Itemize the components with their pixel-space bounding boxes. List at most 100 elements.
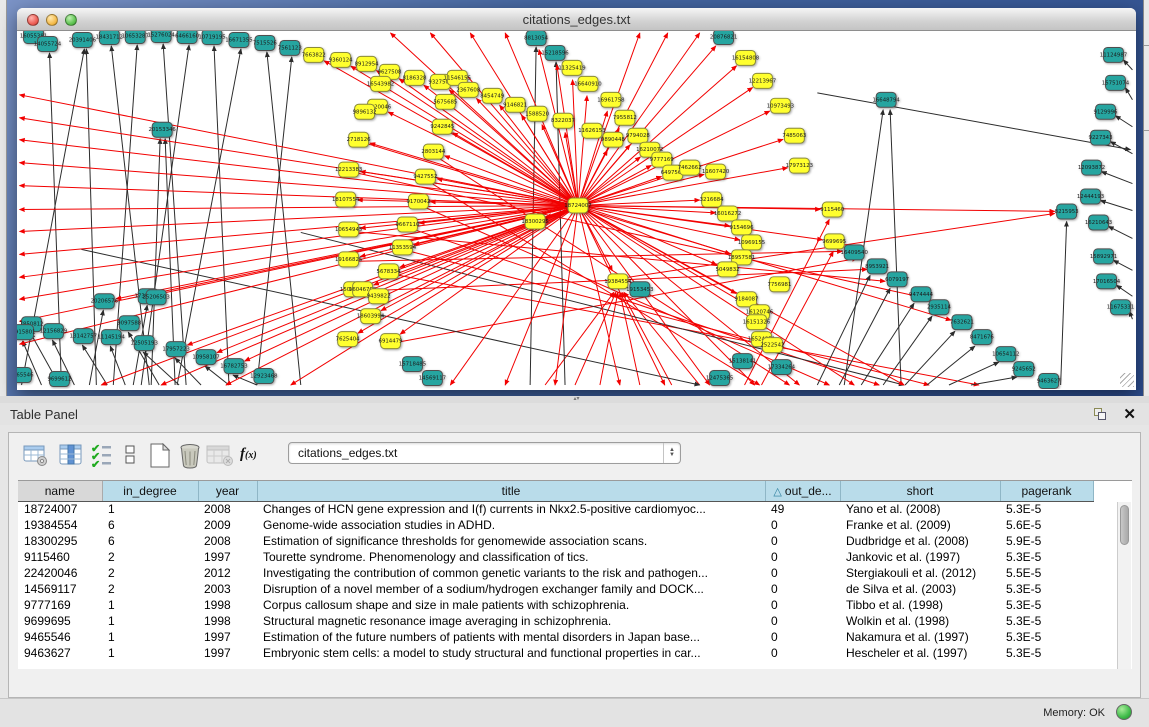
table-cell[interactable]: 5.3E-5	[1000, 597, 1093, 613]
table-cell[interactable]: 18724007	[18, 501, 102, 517]
table-cell[interactable]: 1	[102, 613, 198, 629]
graph-node[interactable]: 9439822	[367, 289, 391, 304]
table-cell[interactable]: 9465546	[18, 629, 102, 645]
table-cell[interactable]: Changes of HCN gene expression and I(f) …	[257, 501, 765, 517]
graph-node[interactable]: 8454749	[480, 88, 505, 103]
column-header-year[interactable]: year	[198, 481, 257, 501]
graph-node[interactable]: 8186328	[402, 70, 427, 85]
graph-node[interactable]: 14569117	[419, 371, 446, 386]
vertical-scrollbar[interactable]	[1117, 502, 1131, 669]
table-row[interactable]: 1830029562008Estimation of significance …	[18, 533, 1093, 549]
graph-node[interactable]: 17973123	[786, 158, 813, 173]
table-row[interactable]: 1938455462009Genome-wide association stu…	[18, 517, 1093, 533]
table-cell[interactable]: 49	[765, 501, 840, 517]
table-cell[interactable]: 9777169	[18, 597, 102, 613]
graph-node[interactable]: 5049832	[716, 262, 740, 277]
table-column-icon[interactable]	[59, 443, 83, 467]
table-row[interactable]: 969969511998Structural magnetic resonanc…	[18, 613, 1093, 629]
graph-node[interactable]: 2935114	[927, 300, 952, 315]
column-header-pagerank[interactable]: pagerank	[1000, 481, 1093, 501]
table-cell[interactable]: 0	[765, 581, 840, 597]
graph-node[interactable]: 9699612	[47, 372, 71, 387]
table-cell[interactable]: 5.3E-5	[1000, 629, 1093, 645]
graph-node[interactable]: 15218596	[541, 45, 569, 60]
table-cell[interactable]: 1	[102, 501, 198, 517]
table-row[interactable]: 1456911722003Disruption of a novel membe…	[18, 581, 1093, 597]
graph-node[interactable]: 9129996	[1094, 104, 1119, 119]
float-panel-icon[interactable]	[1094, 408, 1107, 421]
graph-node[interactable]: 15138141	[729, 354, 756, 369]
graph-node[interactable]: 12093872	[1078, 160, 1105, 175]
graph-node[interactable]: 11124987	[1100, 47, 1127, 62]
graph-node[interactable]: 11626153	[578, 123, 605, 138]
table-cell[interactable]: de Silva et al. (2003)	[840, 581, 1000, 597]
graph-node[interactable]: 7663822	[302, 47, 326, 62]
scrollbar-thumb[interactable]	[1120, 505, 1129, 545]
table-row[interactable]: 946554611997Estimation of the future num…	[18, 629, 1093, 645]
graph-node[interactable]: 6466160	[175, 31, 200, 43]
table-cell[interactable]: Disruption of a novel member of a sodium…	[257, 581, 765, 597]
graph-node[interactable]: 7625404	[336, 332, 361, 347]
graph-node[interactable]: 2367608	[456, 82, 481, 97]
table-selector[interactable]: citations_edges.txt ▲▼	[288, 442, 681, 464]
graph-node[interactable]: 11607420	[702, 164, 730, 179]
network-canvas[interactable]: 1605538114055724203914061843171210653287…	[17, 31, 1136, 389]
table-cell[interactable]: 1	[102, 597, 198, 613]
graph-node[interactable]: 18300295	[521, 214, 548, 229]
graph-node[interactable]: 12505193	[131, 336, 158, 351]
table-cell[interactable]: 2008	[198, 533, 257, 549]
graph-node[interactable]: 9245652	[1012, 362, 1036, 377]
graph-node[interactable]: 7462662	[678, 160, 702, 175]
graph-node[interactable]: 18431712	[96, 31, 123, 44]
table-settings-icon[interactable]	[23, 443, 49, 467]
graph-node[interactable]: 8322037	[551, 113, 575, 128]
table-cell[interactable]: 2008	[198, 501, 257, 517]
table-cell[interactable]: 2003	[198, 581, 257, 597]
graph-node[interactable]: 17016504	[1093, 274, 1121, 289]
table-cell[interactable]: 2009	[198, 517, 257, 533]
table-cell[interactable]: Tibbo et al. (1998)	[840, 597, 1000, 613]
graph-node[interactable]: 9896132	[353, 104, 377, 119]
splitter-grip-icon[interactable]: ▴▾	[572, 397, 581, 402]
graph-node[interactable]: 7515526	[253, 35, 278, 50]
new-document-icon[interactable]	[148, 443, 172, 469]
graph-node[interactable]: 10654112	[992, 347, 1019, 362]
graph-node[interactable]: 13142757	[70, 329, 97, 344]
table-cell[interactable]: Jankovic et al. (1997)	[840, 549, 1000, 565]
table-cell[interactable]: 5.3E-5	[1000, 645, 1093, 661]
graph-node[interactable]: 9146821	[503, 97, 527, 112]
graph-node[interactable]: 9890448	[601, 132, 626, 147]
table-cell[interactable]: Dudbridge et al. (2008)	[840, 533, 1000, 549]
table-cell[interactable]: 1998	[198, 613, 257, 629]
graph-node[interactable]: 6079197	[885, 272, 909, 287]
table-cell[interactable]: 1998	[198, 597, 257, 613]
graph-node[interactable]: 7756981	[767, 277, 791, 292]
table-cell[interactable]: 14569117	[18, 581, 102, 597]
table-cell[interactable]: Nakamura et al. (1997)	[840, 629, 1000, 645]
graph-node[interactable]: 12156829	[40, 324, 68, 339]
checklist-icon[interactable]: ✔✔✔	[91, 443, 113, 467]
graph-node[interactable]: 8813054	[524, 31, 549, 45]
graph-node[interactable]: 9115460	[820, 202, 845, 217]
selector-stepper-icon[interactable]: ▲▼	[663, 443, 680, 463]
node-table[interactable]: namein_degreeyeartitle△ out_de...shortpa…	[18, 480, 1132, 669]
graph-node[interactable]: 20391406	[69, 32, 97, 47]
table-cell[interactable]: 9699695	[18, 613, 102, 629]
table-cell[interactable]: Corpus callosum shape and size in male p…	[257, 597, 765, 613]
graph-node[interactable]: 7632621	[950, 315, 974, 330]
column-header-short[interactable]: short	[840, 481, 1000, 501]
graph-node[interactable]: 16961758	[597, 92, 625, 107]
table-cell[interactable]: 9115460	[18, 549, 102, 565]
table-cell[interactable]: 1997	[198, 645, 257, 661]
graph-node[interactable]: 11353594	[389, 240, 417, 255]
graph-node[interactable]: 16016272	[714, 206, 741, 221]
graph-node[interactable]: 15718485	[399, 357, 426, 372]
graph-node[interactable]: 10654945	[335, 222, 362, 237]
table-cell[interactable]: 5.6E-5	[1000, 517, 1093, 533]
window-titlebar[interactable]: citations_edges.txt	[17, 8, 1136, 31]
graph-node[interactable]: 9227343	[1089, 130, 1113, 145]
table-row[interactable]: 2242004622012Investigating the contribut…	[18, 565, 1093, 581]
graph-node[interactable]: 12213383	[335, 162, 362, 177]
graph-node[interactable]: 16640910	[574, 76, 602, 91]
graph-node[interactable]: 8912954	[355, 56, 380, 71]
